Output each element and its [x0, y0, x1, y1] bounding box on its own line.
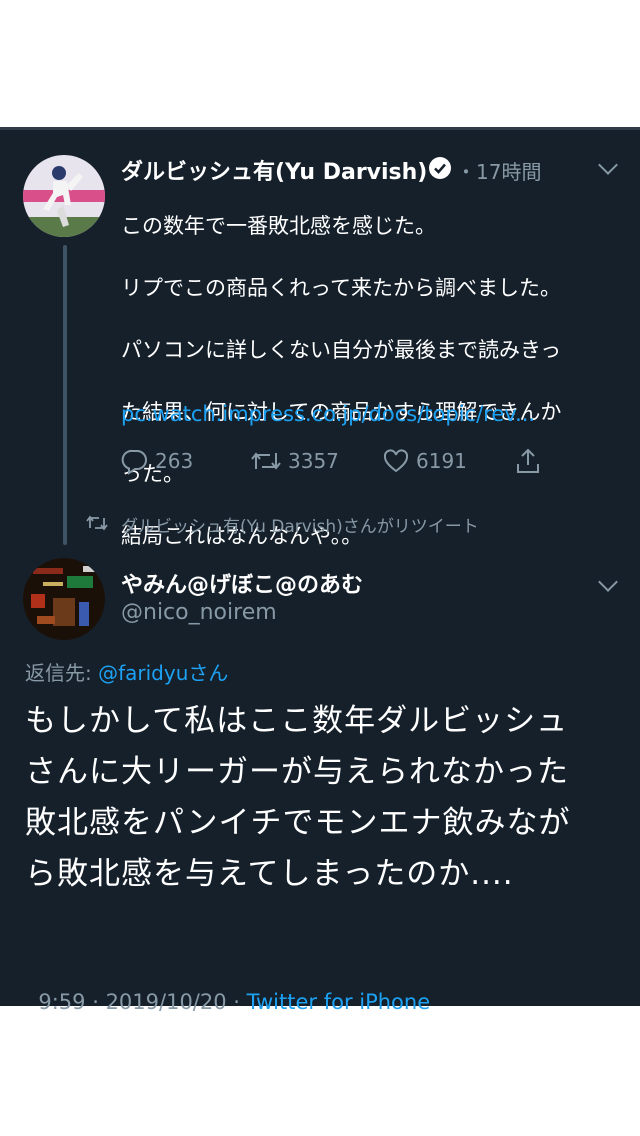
- text-line: ら敗北感を与えてしまったのか....: [25, 856, 514, 892]
- separator: ·: [85, 990, 106, 1014]
- thread-line: [63, 245, 67, 545]
- retweet-small-icon: [86, 514, 108, 532]
- avatar[interactable]: [23, 155, 105, 237]
- retweet-icon: [251, 452, 281, 470]
- text-line: 敗北感をパンイチでモンエナ飲みなが: [25, 805, 571, 841]
- like-button[interactable]: 6191: [382, 446, 467, 476]
- client-link[interactable]: Twitter for iPhone: [247, 990, 431, 1014]
- reply-to: 返信先: @faridyuさん: [25, 657, 228, 686]
- text-line: この数年で一番敗北感を感じた。: [121, 214, 436, 238]
- divider: [0, 127, 640, 130]
- user-handle[interactable]: @nico_noirem: [121, 600, 277, 625]
- retweet-count: 3357: [288, 449, 339, 473]
- text-line: パソコンに詳しくない自分が最後まで読みきっ: [121, 338, 562, 362]
- avatar-image: [23, 155, 105, 237]
- share-icon: [517, 448, 539, 473]
- text-line: さんに大リーガーが与えられなかった: [25, 754, 569, 790]
- display-name[interactable]: やみん@げぼこ@のあむ: [121, 567, 363, 599]
- like-icon: [383, 449, 409, 473]
- reply-count: 263: [155, 449, 194, 473]
- share-button[interactable]: [514, 446, 542, 476]
- avatar[interactable]: [23, 558, 105, 640]
- reply-to-prefix: 返信先:: [25, 661, 99, 685]
- retweet-button[interactable]: 3357: [250, 446, 339, 476]
- text-line: もしかして私はここ数年ダルビッシュ: [25, 703, 569, 739]
- retweet-notice[interactable]: ダルビッシュ有(Yu Darvish)さんがリツイート: [121, 512, 479, 537]
- tweet-date[interactable]: 2019/10/20: [106, 990, 227, 1014]
- text-line: リプでこの商品くれって来たから調べました。: [121, 276, 561, 300]
- reply-button[interactable]: 263: [121, 446, 193, 476]
- tweet-link[interactable]: pc.watch.impress.co.jp/docs/topic/rev...: [121, 402, 535, 426]
- tweet-meta: 9:59 · 2019/10/20 · Twitter for iPhone: [25, 966, 430, 1014]
- reply-to-user[interactable]: @faridyuさん: [98, 661, 228, 685]
- reply-icon: [121, 449, 147, 475]
- like-count: 6191: [416, 449, 467, 473]
- tweet-text: もしかして私はここ数年ダルビッシュ さんに大リーガーが与えられなかった 敗北感を…: [25, 696, 620, 900]
- avatar-image: [23, 558, 105, 640]
- separator: ·: [226, 990, 247, 1014]
- verified-badge-icon: [428, 156, 452, 180]
- tweet-time[interactable]: 9:59: [38, 990, 85, 1014]
